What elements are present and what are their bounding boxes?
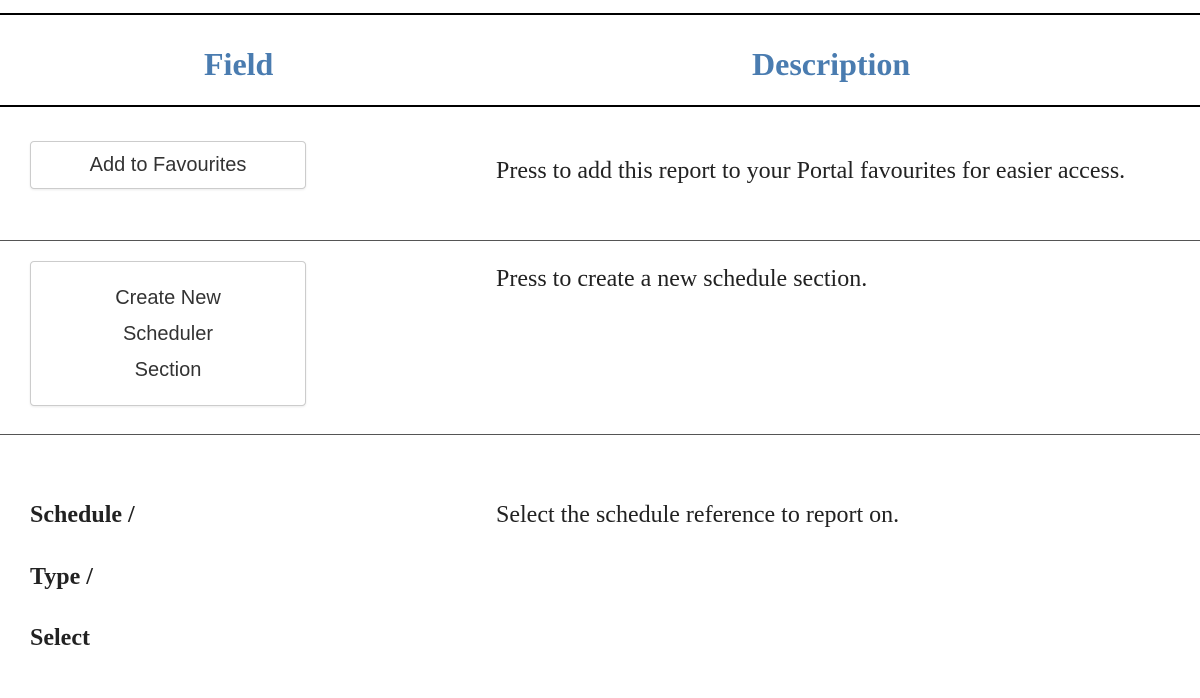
header-divider xyxy=(0,105,1200,107)
field-label-select: Select xyxy=(30,625,90,651)
column-header-description: Description xyxy=(752,46,911,82)
row-description-create-section: Press to create a new schedule section. xyxy=(496,266,868,292)
column-header-field: Field xyxy=(204,46,274,82)
field-label-type: Type / xyxy=(30,564,93,590)
row-description-schedule-select: Select the schedule reference to report … xyxy=(496,502,900,528)
row-divider xyxy=(0,240,1200,241)
field-label-schedule: Schedule / xyxy=(30,502,135,528)
create-new-scheduler-section-button[interactable]: Create New Scheduler Section xyxy=(30,261,306,406)
row-description-add-to-favourites: Press to add this report to your Portal … xyxy=(496,158,1126,184)
add-to-favourites-button[interactable]: Add to Favourites xyxy=(30,141,306,189)
row-divider xyxy=(0,434,1200,435)
table-top-rule xyxy=(0,13,1200,15)
